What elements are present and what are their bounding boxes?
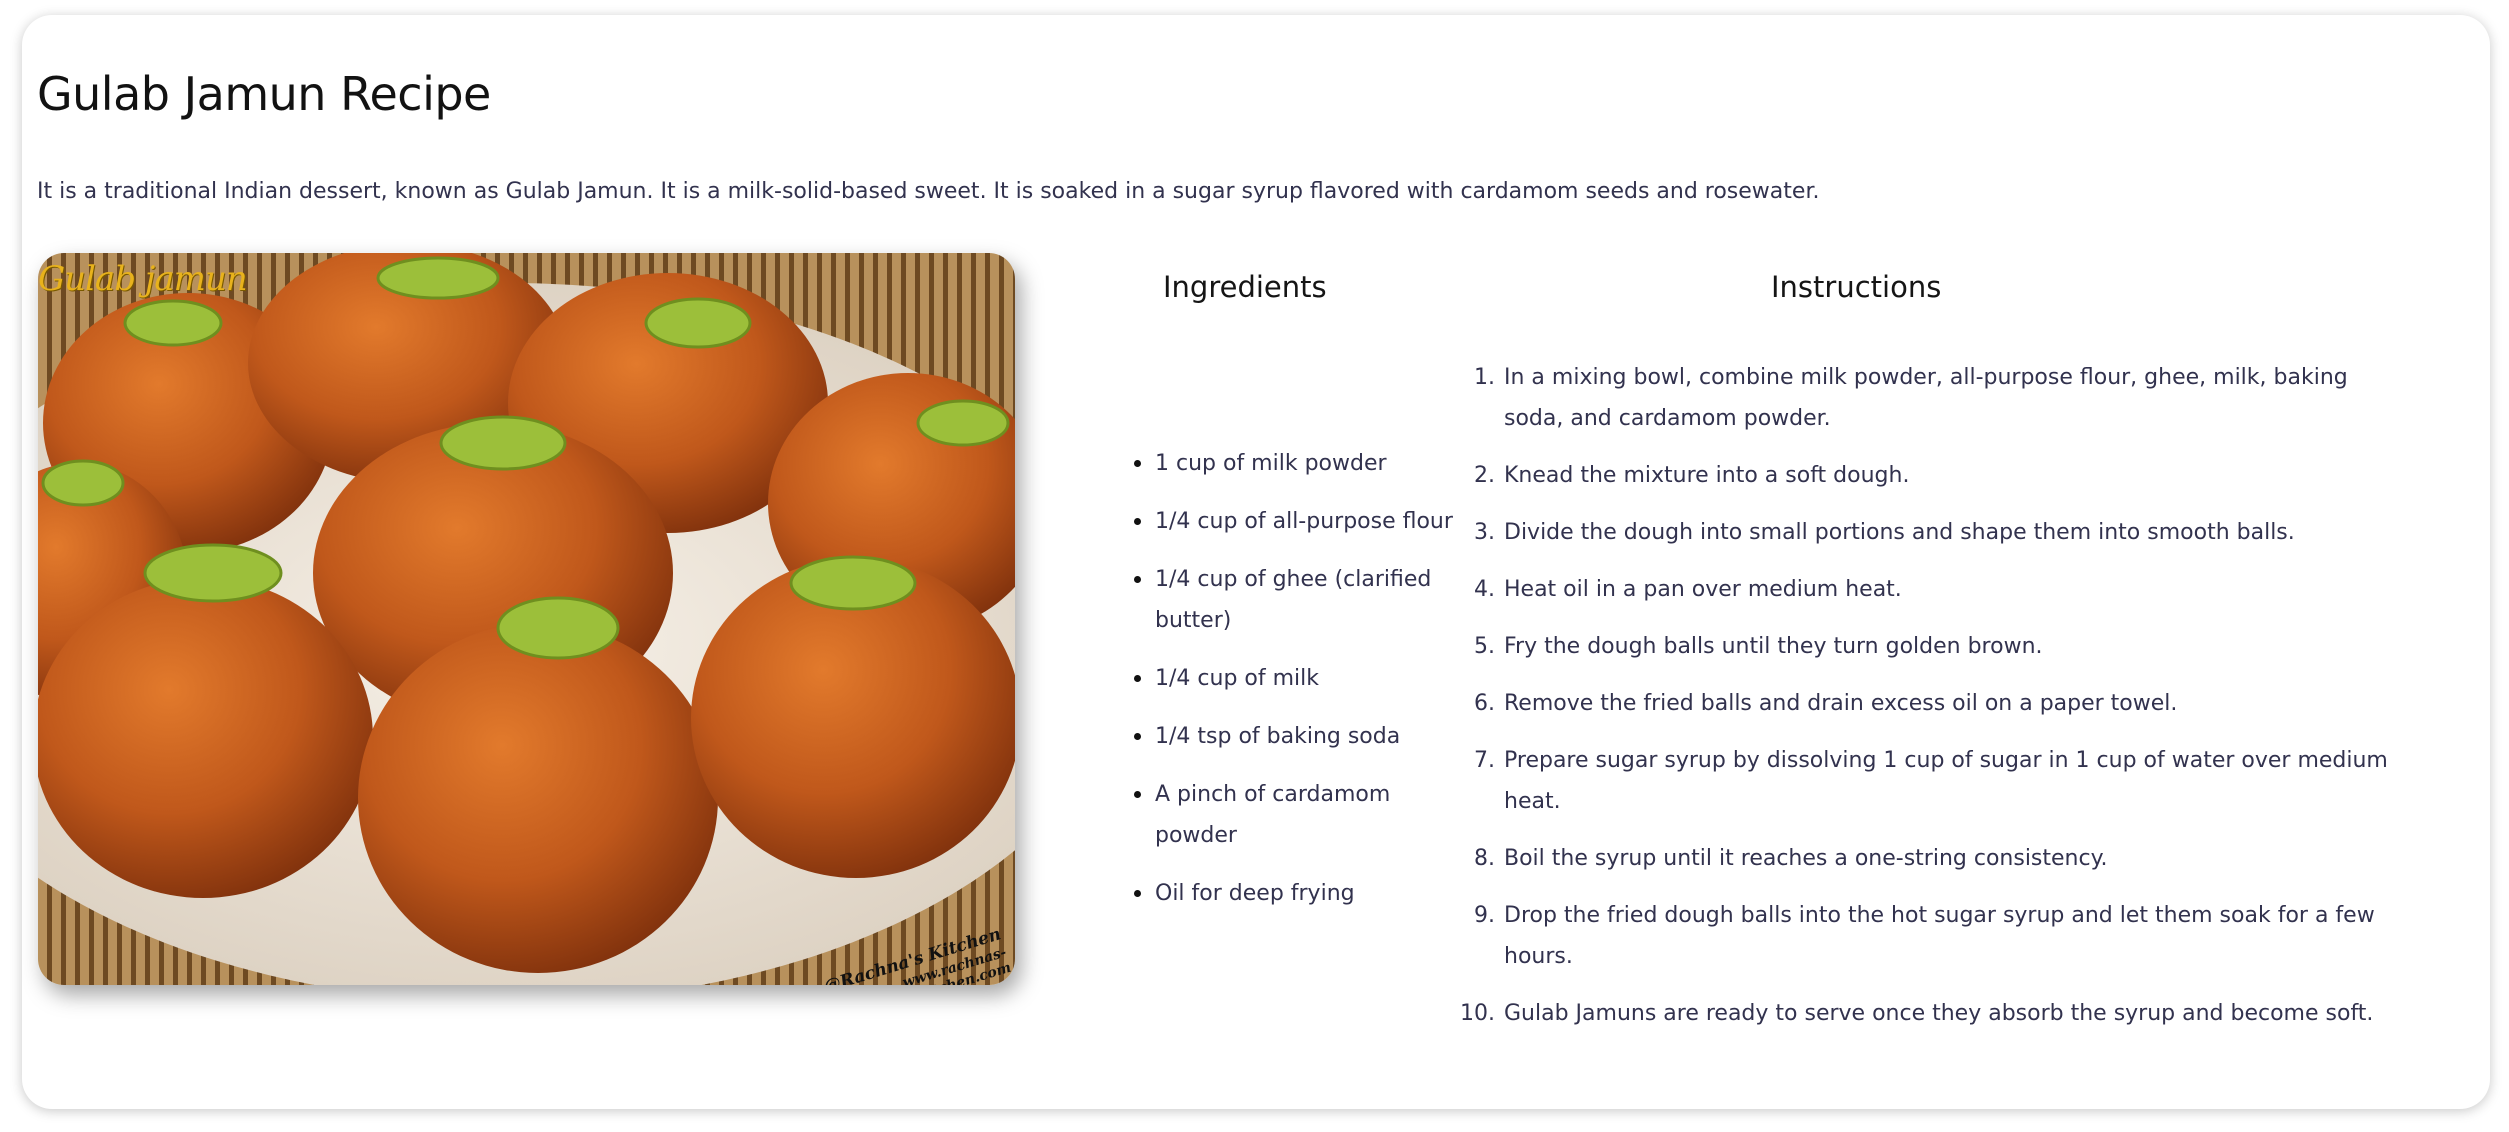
ingredients-list: 1 cup of milk powder 1/4 cup of all-purp… (1115, 442, 1455, 930)
instruction-step: Gulab Jamuns are ready to serve once the… (1502, 993, 2392, 1034)
gulab-jamun-image (38, 253, 1015, 985)
page-title: Gulab Jamun Recipe (37, 67, 491, 121)
instruction-step: Knead the mixture into a soft dough. (1502, 455, 2392, 496)
instruction-step: Heat oil in a pan over medium heat. (1502, 569, 2392, 610)
instructions-heading: Instructions (1771, 270, 1942, 304)
instruction-step: Drop the fried dough balls into the hot … (1502, 895, 2392, 977)
recipe-description: It is a traditional Indian dessert, know… (37, 179, 1820, 204)
ingredient-item: 1/4 cup of milk (1155, 657, 1455, 699)
ingredient-item: 1/4 cup of all-purpose flour (1155, 500, 1455, 542)
instruction-step: Boil the syrup until it reaches a one-st… (1502, 838, 2392, 879)
instruction-step: In a mixing bowl, combine milk powder, a… (1502, 357, 2392, 439)
instruction-step: Prepare sugar syrup by dissolving 1 cup … (1502, 740, 2392, 822)
ingredient-item: 1/4 tsp of baking soda (1155, 715, 1455, 757)
recipe-photo: Gulab jamun @Rachna's Kitchen www.rachna… (38, 253, 1015, 985)
instructions-list: In a mixing bowl, combine milk powder, a… (1448, 357, 2392, 1050)
ingredient-item: 1 cup of milk powder (1155, 442, 1455, 484)
instruction-step: Divide the dough into small portions and… (1502, 512, 2392, 553)
ingredient-item: 1/4 cup of ghee (clarified butter) (1155, 558, 1455, 641)
ingredients-heading: Ingredients (1163, 270, 1327, 304)
instruction-step: Fry the dough balls until they turn gold… (1502, 626, 2392, 667)
ingredient-item: Oil for deep frying (1155, 872, 1455, 914)
ingredient-item: A pinch of cardamom powder (1155, 773, 1455, 856)
instruction-step: Remove the fried balls and drain excess … (1502, 683, 2392, 724)
photo-caption: Gulab jamun (38, 259, 248, 299)
